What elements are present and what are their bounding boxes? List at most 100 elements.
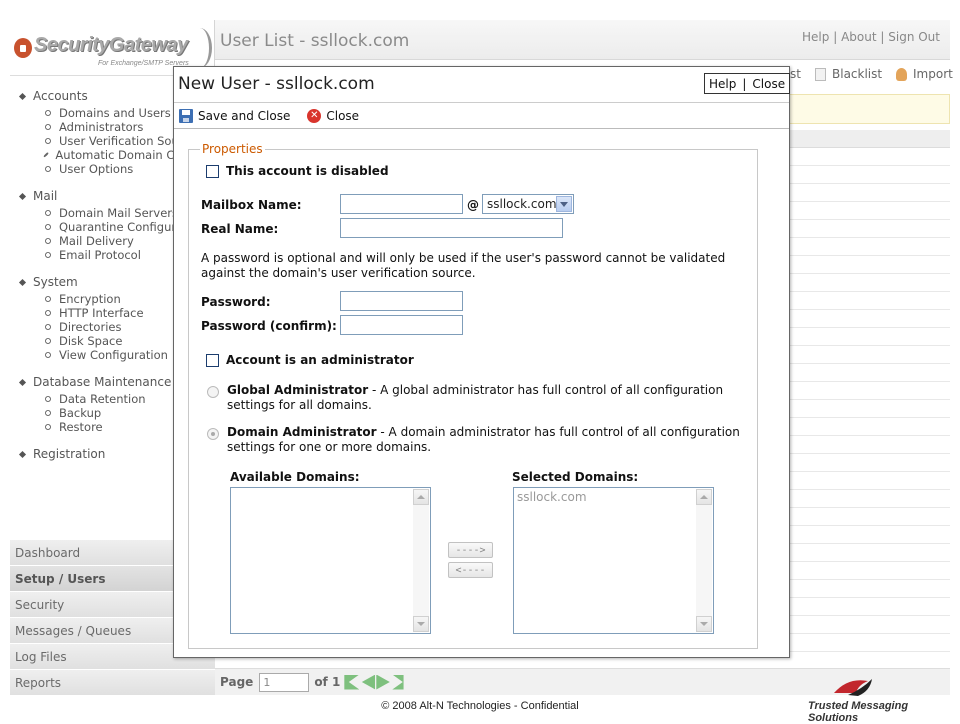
- password-note: A password is optional and will only be …: [201, 251, 726, 280]
- toolbar-label: st: [790, 67, 801, 81]
- scroll-up-icon[interactable]: [696, 489, 712, 505]
- bullet-icon: [18, 450, 27, 458]
- mailbox-input[interactable]: [340, 194, 463, 214]
- chevron-down-icon[interactable]: [556, 196, 572, 212]
- next-page-icon[interactable]: [376, 674, 390, 690]
- sidebar-item-label: View Configuration: [59, 348, 168, 362]
- section-label: Mail: [33, 189, 58, 203]
- bullet-icon: [18, 92, 27, 100]
- page-number-input[interactable]: [259, 672, 310, 692]
- bullet-icon: [43, 208, 53, 218]
- toolbar-label: Blacklist: [832, 67, 883, 81]
- selected-domains-list[interactable]: ssllock.com: [513, 487, 714, 634]
- top-links: Help | About | Sign Out: [802, 30, 940, 44]
- bullet-icon: [43, 236, 53, 246]
- bullet-icon: [43, 408, 53, 418]
- pager-of: of 1: [314, 675, 341, 689]
- domain-select[interactable]: ssllock.com: [482, 194, 574, 214]
- nav-tab-reports[interactable]: Reports: [10, 669, 215, 695]
- user-icon: [896, 67, 907, 81]
- first-page-icon[interactable]: [344, 674, 360, 690]
- realname-label: Real Name:: [201, 222, 279, 236]
- section-label: Database Maintenance: [33, 375, 172, 389]
- document-icon: [815, 67, 826, 81]
- domain-admin-row: Domain Administrator - A domain administ…: [207, 425, 747, 455]
- sidebar-item-label: Disk Space: [59, 334, 123, 348]
- remove-domain-button[interactable]: <----: [448, 562, 493, 578]
- about-link[interactable]: About: [841, 30, 876, 44]
- bullet-icon: [43, 350, 53, 360]
- realname-input[interactable]: [340, 218, 563, 238]
- bullet-icon: [43, 336, 53, 346]
- sidebar-item-label: Domains and Users: [59, 106, 171, 120]
- bullet-icon: [43, 164, 53, 174]
- scroll-down-icon[interactable]: [696, 616, 712, 632]
- sidebar-item-label: User Options: [59, 162, 134, 176]
- bullet-icon: [43, 250, 53, 260]
- scroll-up-icon[interactable]: [413, 489, 429, 505]
- dialog-toolbar: Save and Close ✕ Close: [174, 103, 789, 129]
- available-domains-list[interactable]: [230, 487, 431, 634]
- sidebar-item-label: Data Retention: [59, 392, 146, 406]
- link-separator: |: [833, 30, 838, 44]
- sidebar-item-label: Backup: [59, 406, 102, 420]
- available-scrollbar[interactable]: [413, 489, 429, 632]
- page-title: User List - ssllock.com: [220, 31, 410, 51]
- domain-admin-radio[interactable]: [207, 428, 219, 440]
- password-confirm-label: Password (confirm):: [201, 319, 337, 333]
- properties-fieldset: Properties This account is disabled Mail…: [188, 142, 758, 649]
- prev-page-icon[interactable]: [361, 674, 376, 690]
- admin-checkbox[interactable]: [206, 353, 219, 367]
- dialog-help-close: Help | Close: [704, 73, 791, 94]
- sidebar-item-label: Email Protocol: [59, 248, 141, 262]
- admin-row: Account is an administrator: [206, 353, 414, 367]
- bullet-icon: [43, 308, 53, 318]
- bullet-icon: [43, 222, 53, 232]
- disabled-label: This account is disabled: [226, 164, 389, 178]
- add-domain-button[interactable]: ---->: [448, 542, 493, 558]
- signout-link[interactable]: Sign Out: [888, 30, 940, 44]
- password-confirm-input[interactable]: [340, 315, 463, 335]
- dialog-close-link[interactable]: Close: [752, 77, 785, 91]
- list-item[interactable]: ssllock.com: [514, 488, 713, 506]
- logo-swoosh-icon: [188, 28, 212, 68]
- selected-scrollbar[interactable]: [696, 489, 712, 632]
- whitelist-button[interactable]: st: [790, 67, 801, 81]
- sidebar-item-label: Mail Delivery: [59, 234, 134, 248]
- main-header: User List - ssllock.com Help | About | S…: [215, 20, 950, 60]
- dialog-title: New User - ssllock.com: [178, 74, 375, 94]
- brand-logo-icon: [834, 679, 872, 696]
- password-input[interactable]: [340, 291, 463, 311]
- close-button[interactable]: ✕ Close: [307, 108, 360, 123]
- global-admin-title: Global Administrator: [227, 383, 369, 397]
- last-page-icon[interactable]: [392, 674, 404, 690]
- available-domains-label: Available Domains:: [230, 470, 360, 484]
- save-and-close-button[interactable]: Save and Close: [179, 108, 290, 123]
- global-admin-row: Global Administrator - A global administ…: [207, 383, 747, 413]
- domain-select-value: ssllock.com: [487, 197, 557, 211]
- sidebar-item-label: Encryption: [59, 292, 121, 306]
- button-label: Close: [326, 108, 360, 123]
- help-link[interactable]: Help: [802, 30, 829, 44]
- properties-legend: Properties: [200, 142, 265, 156]
- sidebar-item-label: Directories: [59, 320, 122, 334]
- bullet-icon: [43, 108, 53, 118]
- import-button[interactable]: Import: [896, 67, 953, 81]
- bullet-icon: [43, 122, 53, 132]
- link-separator: |: [742, 76, 747, 91]
- bullet-icon: [43, 136, 53, 146]
- blacklist-button[interactable]: Blacklist: [815, 67, 882, 81]
- password-label: Password:: [201, 295, 271, 309]
- disabled-checkbox[interactable]: [206, 164, 219, 178]
- dialog-titlebar: New User - ssllock.com Help | Close: [174, 67, 791, 103]
- logo-text: SecurityGateway: [34, 34, 188, 56]
- toolbar-label: Import: [913, 67, 953, 81]
- dialog-help-link[interactable]: Help: [709, 77, 736, 91]
- bullet-icon: [18, 378, 27, 386]
- disabled-row: This account is disabled: [206, 164, 389, 178]
- bullet-icon: [18, 192, 27, 200]
- scroll-down-icon[interactable]: [413, 616, 429, 632]
- global-admin-radio[interactable]: [207, 386, 219, 398]
- pager-nav: [344, 674, 408, 690]
- domain-admin-text: Domain Administrator - A domain administ…: [227, 425, 742, 455]
